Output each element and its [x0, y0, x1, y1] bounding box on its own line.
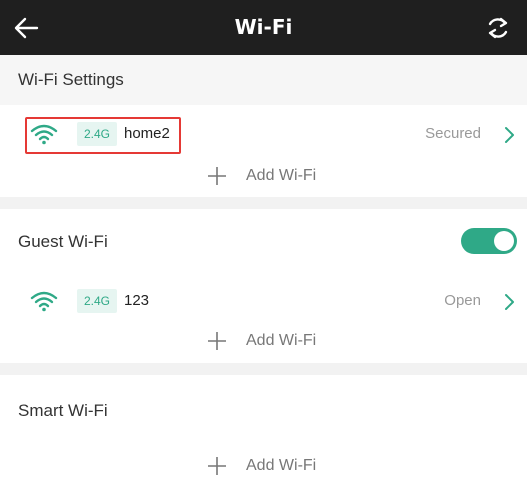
- ssid-label: 123: [124, 292, 150, 309]
- chevron-right-icon: [505, 127, 514, 143]
- add-wifi-button[interactable]: Add Wi-Fi: [200, 451, 350, 481]
- refresh-icon[interactable]: [484, 14, 512, 42]
- band-badge: 2.4G: [77, 289, 117, 313]
- plus-icon: [208, 457, 226, 475]
- wifi-settings-header: Wi-Fi Settings: [0, 55, 527, 105]
- security-status: Open: [444, 292, 481, 309]
- add-wifi-button[interactable]: Add Wi-Fi: [200, 326, 350, 356]
- add-wifi-label: Add Wi-Fi: [246, 332, 317, 349]
- wifi-network-row[interactable]: 2.4G 123 Open: [0, 284, 527, 320]
- add-wifi-label: Add Wi-Fi: [246, 167, 317, 184]
- section-title: Wi-Fi Settings: [18, 70, 124, 89]
- security-status: Secured: [425, 125, 481, 142]
- wifi-signal-icon: [30, 291, 58, 312]
- highlight-box: [25, 117, 181, 154]
- add-wifi-label: Add Wi-Fi: [246, 457, 317, 474]
- section-divider: [0, 363, 527, 375]
- page-title: Wi-Fi: [234, 15, 293, 39]
- guest-wifi-header: Guest Wi-Fi: [0, 215, 527, 269]
- section-title: Smart Wi-Fi: [18, 401, 108, 420]
- section-title: Guest Wi-Fi: [18, 232, 108, 251]
- section-divider: [0, 197, 527, 209]
- toggle-knob: [494, 231, 514, 251]
- header-bar: Wi-Fi: [0, 0, 527, 55]
- smart-wifi-header: Smart Wi-Fi: [0, 386, 527, 436]
- add-wifi-button[interactable]: Add Wi-Fi: [200, 161, 350, 191]
- plus-icon: [208, 332, 226, 350]
- plus-icon: [208, 167, 226, 185]
- chevron-right-icon: [505, 294, 514, 310]
- guest-wifi-toggle[interactable]: [461, 228, 517, 254]
